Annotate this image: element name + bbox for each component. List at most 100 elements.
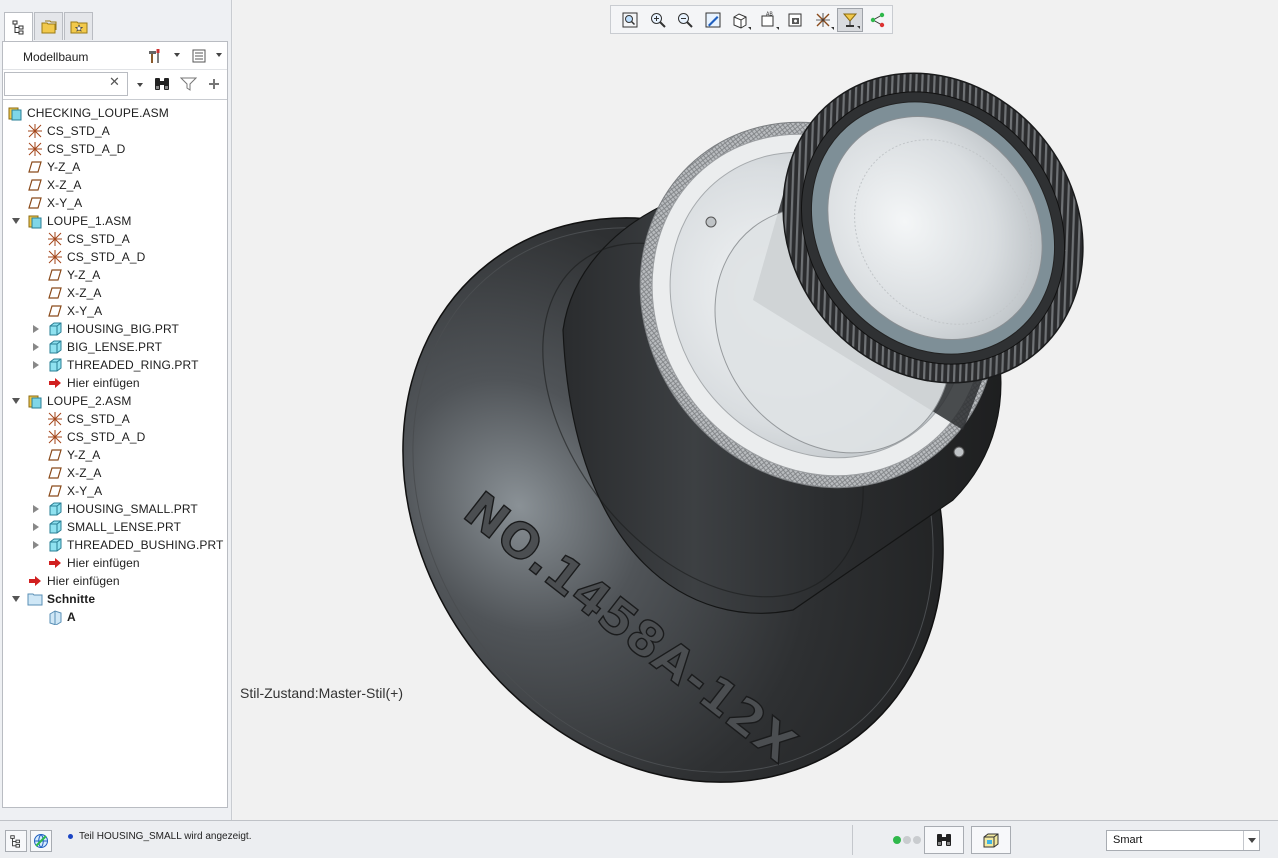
annotation-display-icon	[870, 12, 884, 27]
tree-item[interactable]: Hier einfügen	[27, 572, 120, 590]
assembly-icon	[27, 213, 43, 229]
tree-item-label: LOUPE_1.ASM	[47, 214, 132, 228]
tree-item[interactable]: CS_STD_A_D	[27, 140, 125, 158]
toggle-browser-button[interactable]	[30, 830, 52, 852]
tree-item[interactable]: X-Y_A	[47, 302, 102, 320]
chevron-down-icon[interactable]	[137, 83, 143, 87]
chevron-right-icon	[33, 343, 39, 351]
tree-item[interactable]: Y-Z_A	[47, 446, 100, 464]
tree-item[interactable]: A	[47, 608, 76, 626]
tree-item-label: Hier einfügen	[67, 556, 140, 570]
tree-item[interactable]: LOUPE_2.ASM	[27, 392, 131, 410]
expand-toggle[interactable]	[31, 540, 41, 550]
coordinate-system-icon	[47, 231, 63, 247]
tree-item-label: Y-Z_A	[47, 160, 81, 174]
perspective-button[interactable]	[810, 8, 836, 32]
graphics-window[interactable]: NO.1458A-12X AB Stil-Zustand:Master-Stil…	[233, 0, 1278, 820]
tree-item[interactable]: X-Z_A	[27, 176, 82, 194]
tree-item-label: Y-Z_A	[67, 448, 101, 462]
tree-item-label: SMALL_LENSE.PRT	[67, 520, 181, 534]
tree-item[interactable]: CS_STD_A_D	[47, 248, 145, 266]
tab-model-tree[interactable]	[4, 12, 33, 41]
expand-toggle[interactable]	[31, 504, 41, 514]
expand-toggle[interactable]	[31, 342, 41, 352]
tree-item[interactable]: Y-Z_A	[27, 158, 80, 176]
tree-item[interactable]: X-Z_A	[47, 464, 102, 482]
tree-item[interactable]: X-Y_A	[47, 482, 102, 500]
repaint-button[interactable]	[700, 8, 726, 32]
collapse-toggle[interactable]	[11, 594, 21, 604]
tree-item[interactable]: SMALL_LENSE.PRT	[47, 518, 181, 536]
navigator-tabs	[4, 12, 94, 41]
saved-orientations-button[interactable]: AB	[755, 8, 781, 32]
binoculars-icon[interactable]	[153, 76, 171, 95]
tree-item[interactable]: CS_STD_A	[27, 122, 110, 140]
collapse-toggle[interactable]	[11, 216, 21, 226]
filter-icon[interactable]	[179, 76, 198, 95]
expand-toggle[interactable]	[31, 522, 41, 532]
datum-plane-icon	[27, 195, 43, 211]
chevron-down-icon[interactable]	[216, 53, 222, 57]
tree-item[interactable]: HOUSING_SMALL.PRT	[47, 500, 198, 518]
close-icon[interactable]: ✕	[109, 74, 120, 90]
tree-item[interactable]: X-Y_A	[27, 194, 82, 212]
display-style-button[interactable]	[727, 8, 753, 32]
chevron-right-icon	[33, 523, 39, 531]
chevron-right-icon	[33, 325, 39, 333]
tab-favorites[interactable]	[64, 12, 93, 40]
tree-item[interactable]: X-Z_A	[47, 284, 102, 302]
tree-item[interactable]: Schnitte	[27, 590, 95, 608]
view-manager-button[interactable]	[782, 8, 808, 32]
zoom-out-button[interactable]	[672, 8, 698, 32]
tree-item-label: X-Y_A	[67, 304, 103, 318]
tree-item[interactable]: THREADED_BUSHING.PRT	[47, 536, 223, 554]
chevron-down-icon[interactable]	[174, 53, 180, 57]
annotation-display-button[interactable]	[865, 8, 891, 32]
tree-item[interactable]: Hier einfügen	[47, 374, 140, 392]
tree-item-label: Schnitte	[47, 592, 96, 606]
zoom-in-button[interactable]	[645, 8, 671, 32]
saved-orientations-icon: AB	[761, 11, 773, 26]
tree-item[interactable]: LOUPE_1.ASM	[27, 212, 131, 230]
tree-item-label: CS_STD_A_D	[67, 250, 146, 264]
show-menu-button[interactable]	[189, 47, 209, 65]
section-icon	[47, 609, 63, 625]
regeneration-status-lights	[893, 836, 923, 844]
spin-center-button[interactable]	[837, 7, 863, 32]
tree-item[interactable]: CS_STD_A_D	[47, 428, 145, 446]
tree-item[interactable]: BIG_LENSE.PRT	[47, 338, 162, 356]
tree-item[interactable]: CS_STD_A	[47, 410, 130, 428]
tree-item-label: THREADED_RING.PRT	[67, 358, 199, 372]
tree-item-label: Hier einfügen	[47, 574, 120, 588]
expand-toggle[interactable]	[31, 360, 41, 370]
tree-item-label: A	[67, 610, 76, 624]
message-area: Teil HOUSING_SMALL wird angezeigt.	[68, 831, 251, 842]
tree-item[interactable]: HOUSING_BIG.PRT	[47, 320, 179, 338]
add-column-icon[interactable]	[206, 76, 222, 95]
favorites-folder-icon	[70, 21, 87, 33]
tree-item-label: X-Z_A	[67, 466, 102, 480]
selection-filter-select[interactable]: Smart	[1106, 830, 1260, 851]
list-view-icon	[192, 49, 206, 63]
tree-item[interactable]: CHECKING_LOUPE.ASM	[7, 104, 169, 122]
tab-folder-browser[interactable]	[34, 12, 63, 40]
expand-toggle[interactable]	[31, 324, 41, 334]
chevron-down-icon	[12, 596, 20, 602]
datum-plane-icon	[47, 483, 63, 499]
part-icon	[47, 501, 63, 517]
toggle-navigator-button[interactable]	[5, 830, 27, 852]
tree-item[interactable]: THREADED_RING.PRT	[47, 356, 199, 374]
datum-display-icon	[815, 12, 830, 27]
tree-item[interactable]: Y-Z_A	[47, 266, 100, 284]
model-tree-icon	[12, 20, 23, 35]
find-button[interactable]	[924, 826, 964, 854]
browser-globe-icon	[34, 834, 48, 848]
tree-item[interactable]: CS_STD_A	[47, 230, 130, 248]
collapse-toggle[interactable]	[11, 396, 21, 406]
refit-button[interactable]	[617, 8, 643, 32]
tree-settings-button[interactable]	[145, 47, 165, 65]
chevron-down-icon[interactable]	[1243, 831, 1259, 850]
tree-item-label: CS_STD_A	[67, 232, 130, 246]
tree-item[interactable]: Hier einfügen	[47, 554, 140, 572]
selection-box-button[interactable]	[971, 826, 1011, 854]
